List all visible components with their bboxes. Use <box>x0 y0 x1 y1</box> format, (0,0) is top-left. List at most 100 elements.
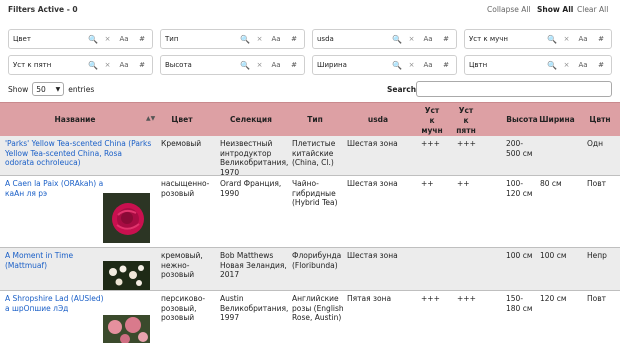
case-sensitive-icon[interactable]: Aa <box>118 35 130 43</box>
case-sensitive-icon[interactable]: Aa <box>577 61 589 69</box>
collapse-all-button[interactable]: Collapse All <box>487 5 531 14</box>
col-selection-header[interactable]: Селекция <box>214 115 288 125</box>
selection-cell: Orard Франция, 1990 <box>220 179 282 198</box>
show-all-button[interactable]: Show All <box>537 5 573 14</box>
filter-label: usda <box>317 35 334 43</box>
col-bloom-header[interactable]: Цвтн <box>585 115 615 125</box>
filter-usda[interactable]: usda 🔍 × Aa # <box>312 29 457 49</box>
chevron-down-icon: ▼ <box>55 85 61 93</box>
spot-cell: +++ <box>457 139 476 148</box>
search-label: Search: <box>387 85 420 94</box>
col-name-header[interactable]: Название <box>0 115 150 125</box>
case-sensitive-icon[interactable]: Aa <box>422 35 434 43</box>
spot-cell: ++ <box>457 179 470 188</box>
header-line: пятн <box>456 126 476 135</box>
search-icon[interactable]: 🔍 <box>547 61 557 70</box>
case-sensitive-icon[interactable]: Aa <box>422 61 434 69</box>
top-bar: Filters Active - 0 Collapse All Show All… <box>0 0 620 20</box>
header-line: Уст <box>424 106 440 115</box>
filter-bloom[interactable]: Цвтн 🔍 × Aa # <box>464 55 612 75</box>
number-filter-icon[interactable]: # <box>440 35 452 43</box>
case-sensitive-icon[interactable]: Aa <box>270 35 282 43</box>
number-filter-icon[interactable]: # <box>288 35 300 43</box>
selection-cell: Неизвестный интродуктор Великобритания, … <box>220 139 289 177</box>
clear-icon[interactable]: × <box>103 61 112 69</box>
case-sensitive-icon[interactable]: Aa <box>118 61 130 69</box>
width-cell: 120 см <box>540 294 567 303</box>
col-type-header[interactable]: Тип <box>290 115 340 125</box>
search-input[interactable] <box>416 81 612 97</box>
rose-photo-image[interactable] <box>103 261 150 290</box>
clear-icon[interactable]: × <box>407 61 416 69</box>
col-spot-header[interactable]: Уст к пятн <box>452 106 480 136</box>
number-filter-icon[interactable]: # <box>595 35 607 43</box>
col-width-header[interactable]: Ширина <box>535 115 579 125</box>
search-icon[interactable]: 🔍 <box>240 61 250 70</box>
rose-name-link[interactable]: A Moment in Time (Mattmuaf) <box>5 251 73 270</box>
height-cell: 150-180 см <box>506 294 533 313</box>
rose-white-image <box>103 261 150 290</box>
rose-name-cell: A Moment in Time (Mattmuaf) <box>5 251 115 270</box>
usda-cell: Пятая зона <box>347 294 392 303</box>
filter-height[interactable]: Высота 🔍 × Aa # <box>160 55 305 75</box>
filters-active-status: Filters Active - 0 <box>8 5 78 14</box>
col-color-header[interactable]: Цвет <box>153 115 211 125</box>
search-icon[interactable]: 🔍 <box>88 35 98 44</box>
clear-icon[interactable]: × <box>407 35 416 43</box>
type-cell: Плетистые китайские (China, Cl.) <box>292 139 336 167</box>
bloom-cell: Повт <box>587 179 607 188</box>
number-filter-icon[interactable]: # <box>136 61 148 69</box>
color-cell: Кремовый <box>161 139 202 148</box>
case-sensitive-icon[interactable]: Aa <box>577 35 589 43</box>
clear-icon[interactable]: × <box>562 35 571 43</box>
rose-name-link[interactable]: A Shropshire Lad (AUSled) а шрОпшие лЭд <box>5 294 104 313</box>
clear-icon[interactable]: × <box>103 35 112 43</box>
search-icon[interactable]: 🔍 <box>240 35 250 44</box>
clear-icon[interactable]: × <box>255 35 264 43</box>
filter-width[interactable]: Ширина 🔍 × Aa # <box>312 55 457 75</box>
number-filter-icon[interactable]: # <box>595 61 607 69</box>
rose-name-link[interactable]: 'Parks' Yellow Tea-scented China (Parks … <box>5 139 151 167</box>
filter-label: Ширина <box>317 61 347 69</box>
filter-color[interactable]: Цвет 🔍 × Aa # <box>8 29 153 49</box>
rose-name-link[interactable]: A Caen la Paix (ORAkah) а каАн ля рэ <box>5 179 103 198</box>
filter-mildew[interactable]: Уст к мучн 🔍 × Aa # <box>464 29 612 49</box>
col-mildew-header[interactable]: Уст к мучн <box>418 106 446 136</box>
width-cell: 80 см <box>540 179 562 188</box>
bloom-cell: Повт <box>587 294 607 303</box>
rose-photo-image[interactable] <box>103 315 150 343</box>
table-row: 'Parks' Yellow Tea-scented China (Parks … <box>0 136 620 177</box>
selection-cell: Bob Matthews Новая Зеландия, 2017 <box>220 251 287 279</box>
show-label: Show <box>8 84 29 94</box>
filter-type[interactable]: Тип 🔍 × Aa # <box>160 29 305 49</box>
filter-spot[interactable]: Уст к пятн 🔍 × Aa # <box>8 55 153 75</box>
case-sensitive-icon[interactable]: Aa <box>270 61 282 69</box>
entries-select[interactable]: 50 ▼ <box>32 82 65 96</box>
bloom-cell: Непр <box>587 251 607 260</box>
filter-label: Цвтн <box>469 61 488 69</box>
number-filter-icon[interactable]: # <box>136 35 148 43</box>
search-icon[interactable]: 🔍 <box>88 61 98 70</box>
search-icon[interactable]: 🔍 <box>547 35 557 44</box>
clear-icon[interactable]: × <box>562 61 571 69</box>
usda-cell: Шестая зона <box>347 139 398 148</box>
selection-cell: Austin Великобритания, 1997 <box>220 294 289 322</box>
mildew-cell: +++ <box>421 139 440 148</box>
color-cell: насыщенно-розовый <box>161 179 210 198</box>
rose-photo-image[interactable] <box>103 193 150 243</box>
height-cell: 200-500 см <box>506 139 533 158</box>
search-icon[interactable]: 🔍 <box>392 61 402 70</box>
spot-cell: +++ <box>457 294 476 303</box>
col-usda-header[interactable]: usda <box>342 115 414 125</box>
filter-label: Цвет <box>13 35 31 43</box>
clear-all-button[interactable]: Clear All <box>577 5 608 14</box>
table-row: A Shropshire Lad (AUSled) а шрОпшие лЭд … <box>0 291 620 343</box>
search-icon[interactable]: 🔍 <box>392 35 402 44</box>
rose-name-cell: A Caen la Paix (ORAkah) а каАн ля рэ <box>5 179 110 198</box>
filter-label: Уст к пятн <box>13 61 52 69</box>
filter-label: Высота <box>165 61 192 69</box>
clear-icon[interactable]: × <box>255 61 264 69</box>
number-filter-icon[interactable]: # <box>288 61 300 69</box>
number-filter-icon[interactable]: # <box>440 61 452 69</box>
height-cell: 100-120 см <box>506 179 533 198</box>
